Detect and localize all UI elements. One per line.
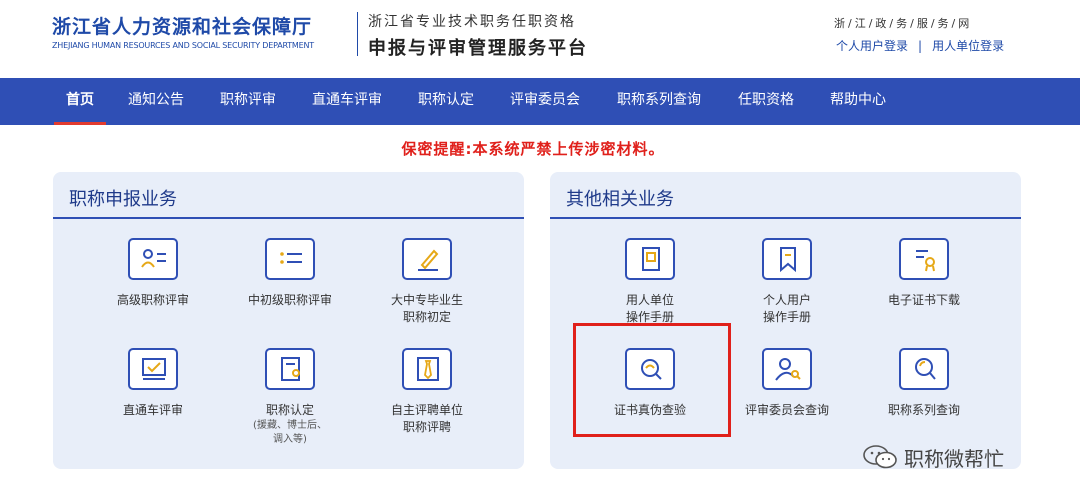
nav-help-center[interactable]: 帮助中心 xyxy=(830,78,886,125)
panel-title: 其他相关业务 xyxy=(566,189,674,210)
tile-label: 电子证书下载 xyxy=(887,293,960,307)
tile-label: 用人单位 xyxy=(625,293,674,307)
title-application-panel: 职称申报业务 高级职称评审 中初级职称评审 大中专毕业生 职称初定 直通车评审 职… xyxy=(53,172,524,469)
tile-label: 高级职称评审 xyxy=(116,293,189,307)
pencil-icon xyxy=(402,238,452,280)
nav-home[interactable]: 首页 xyxy=(54,78,106,125)
tie-icon xyxy=(402,348,452,390)
watermark-text: 职称微帮忙 xyxy=(904,446,1004,471)
checked-box-icon xyxy=(128,348,178,390)
gov-service-net-link[interactable]: 浙/江/政/务/服/务/网 xyxy=(834,15,972,31)
nav-direct-review[interactable]: 直通车评审 xyxy=(312,78,382,125)
tile-label: 评审委员会查询 xyxy=(744,403,829,417)
search-icon xyxy=(899,348,949,390)
site-title-english: ZHEJIANG HUMAN RESOURCES AND SOCIAL SECU… xyxy=(52,41,314,50)
tile-label: 个人用户 xyxy=(762,293,811,307)
nav-title-review[interactable]: 职称评审 xyxy=(220,78,276,125)
tile-label-line2: 职称评聘 xyxy=(402,420,451,434)
wechat-watermark: 职称微帮忙 xyxy=(862,440,1004,474)
tile-label: 直通车评审 xyxy=(122,403,183,417)
bookmark-icon xyxy=(762,238,812,280)
tile-autonomous-unit-review[interactable]: 自主评聘单位 职称评聘 xyxy=(362,348,492,436)
panel-divider xyxy=(550,217,1021,219)
tile-sublabel-line2: 调入等) xyxy=(273,434,307,445)
main-nav: 首页 通知公告 职称评审 直通车评审 职称认定 评审委员会 职称系列查询 任职资… xyxy=(0,78,1080,125)
employer-login-link[interactable]: 用人单位登录 xyxy=(932,39,1004,53)
manual-icon xyxy=(625,238,675,280)
nav-review-committee[interactable]: 评审委员会 xyxy=(510,78,580,125)
tile-graduate-initial-title[interactable]: 大中专毕业生 职称初定 xyxy=(362,238,492,326)
login-separator: | xyxy=(918,39,923,53)
tile-label: 自主评聘单位 xyxy=(390,403,463,417)
site-header: 浙江省人力资源和社会保障厅 ZHEJIANG HUMAN RESOURCES A… xyxy=(0,0,1080,78)
tile-label: 职称系列查询 xyxy=(887,403,960,417)
tile-title-series-query[interactable]: 职称系列查询 xyxy=(859,348,989,419)
nav-notices[interactable]: 通知公告 xyxy=(128,78,184,125)
tile-label-line2: 操作手册 xyxy=(625,310,674,324)
panel-title: 职称申报业务 xyxy=(69,189,177,210)
tile-review-committee-query[interactable]: 评审委员会查询 xyxy=(722,348,852,419)
tile-senior-title-review[interactable]: 高级职称评审 xyxy=(88,238,218,309)
tile-label: 大中专毕业生 xyxy=(390,293,463,307)
wechat-icon xyxy=(862,443,898,471)
tile-label: 职称认定 xyxy=(265,403,314,417)
tile-label: 中初级职称评审 xyxy=(247,293,332,307)
personal-login-link[interactable]: 个人用户登录 xyxy=(836,39,908,53)
tile-employer-manual[interactable]: 用人单位 操作手册 xyxy=(585,238,715,326)
tile-personal-manual[interactable]: 个人用户 操作手册 xyxy=(722,238,852,326)
nav-title-recognition[interactable]: 职称认定 xyxy=(418,78,474,125)
document-person-icon xyxy=(265,348,315,390)
person-card-icon xyxy=(128,238,178,280)
tile-e-certificate-download[interactable]: 电子证书下载 xyxy=(859,238,989,309)
tile-direct-review[interactable]: 直通车评审 xyxy=(88,348,218,419)
certificate-icon xyxy=(899,238,949,280)
tile-label-line2: 职称初定 xyxy=(402,310,451,324)
security-warning: 保密提醒:本系统严禁上传涉密材料。 xyxy=(401,140,665,158)
tile-sublabel: (援藏、博士后、 xyxy=(253,420,327,431)
login-links: 个人用户登录 | 用人单位登录 xyxy=(836,37,1004,54)
annotation-highlight-box xyxy=(573,323,731,437)
site-title[interactable]: 浙江省人力资源和社会保障厅 xyxy=(52,12,312,39)
tile-junior-title-review[interactable]: 中初级职称评审 xyxy=(225,238,355,309)
panel-divider xyxy=(53,217,524,219)
tile-label-line2: 操作手册 xyxy=(762,310,811,324)
person-search-icon xyxy=(762,348,812,390)
nav-qualification[interactable]: 任职资格 xyxy=(738,78,794,125)
header-divider xyxy=(357,12,358,56)
list-icon xyxy=(265,238,315,280)
nav-series-query[interactable]: 职称系列查询 xyxy=(617,78,701,125)
platform-subtitle: 浙江省专业技术职务任职资格 xyxy=(368,14,576,30)
tile-title-recognition[interactable]: 职称认定 (援藏、博士后、 调入等) xyxy=(225,348,355,447)
platform-title: 申报与评审管理服务平台 xyxy=(368,38,588,59)
